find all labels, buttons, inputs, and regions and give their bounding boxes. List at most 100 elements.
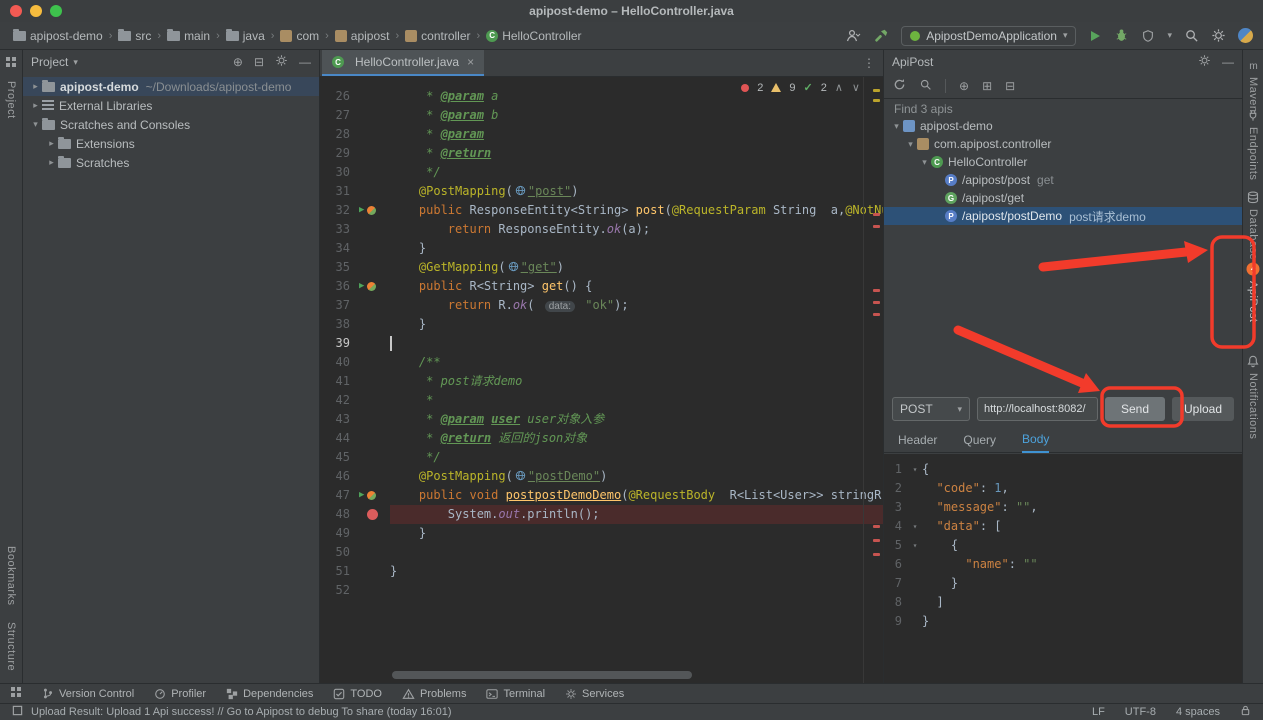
line-number[interactable]: 31 (320, 182, 356, 201)
chevron-down-icon[interactable]: ▾ (904, 139, 917, 150)
chevron-right-icon[interactable]: ▸ (29, 100, 42, 111)
project-view-title[interactable]: Project (31, 55, 68, 69)
toolwindow-button-version-control[interactable]: Version Control (42, 687, 134, 700)
code-line-48[interactable]: 48 System.out.println(); (320, 505, 883, 524)
warning-stripe-mark[interactable] (873, 99, 880, 102)
stripe-button-notifications[interactable]: Notifications (1243, 354, 1263, 439)
project-tree-item-apipost-demo[interactable]: ▸apipost-demo~/Downloads/apipost-demo (23, 77, 319, 96)
hide-panel-icon[interactable]: — (1222, 55, 1234, 69)
indent-indicator[interactable]: 4 spaces (1176, 706, 1220, 718)
body-line-3[interactable]: 3 "message": "", (884, 498, 1242, 517)
project-tree-item-Scratches[interactable]: ▸Scratches (23, 153, 319, 172)
code-editor[interactable]: 26 * @param a27 * @param b28 * @param 29… (320, 77, 883, 683)
body-line-2[interactable]: 2 "code": 1, (884, 479, 1242, 498)
stripe-button-maven[interactable]: mMaven (1243, 58, 1263, 113)
fold-icon[interactable]: ▾ (908, 536, 922, 555)
api-tree-item-apipost-demo[interactable]: ▾apipost-demo (884, 117, 1242, 135)
toolwindow-grid-icon[interactable] (10, 686, 22, 701)
line-number[interactable]: 34 (320, 239, 356, 258)
search-icon[interactable] (919, 78, 932, 94)
code-line-30[interactable]: 30 */ (320, 163, 883, 182)
code-line-50[interactable]: 50 (320, 543, 883, 562)
line-number[interactable]: 38 (320, 315, 356, 334)
breadcrumb-item-java[interactable]: java (223, 28, 268, 44)
stripe-button-structure[interactable]: Structure (5, 622, 17, 671)
status-message[interactable]: Upload Result: Upload 1 Api success! // … (31, 706, 452, 718)
line-number[interactable]: 36 (320, 277, 356, 296)
run-method-icon[interactable]: ▶ (359, 491, 364, 500)
code-line-38[interactable]: 38 } (320, 315, 883, 334)
error-stripe-mark[interactable] (873, 525, 880, 528)
breadcrumb-item-HelloController[interactable]: CHelloController (483, 28, 584, 44)
api-tree-item-HelloController[interactable]: ▾CHelloController (884, 153, 1242, 171)
toolwindow-button-profiler[interactable]: Profiler (154, 688, 206, 700)
encoding-indicator[interactable]: UTF-8 (1125, 706, 1156, 718)
chevron-down-icon[interactable]: ▾ (890, 121, 903, 132)
search-everywhere-button[interactable] (1184, 28, 1199, 43)
breadcrumb-item-src[interactable]: src (115, 28, 154, 44)
code-line-49[interactable]: 49 } (320, 524, 883, 543)
line-number[interactable]: 29 (320, 144, 356, 163)
body-line-4[interactable]: 4▾ "data": [ (884, 517, 1242, 536)
chevron-down-icon[interactable]: ▾ (29, 119, 42, 130)
code-line-47[interactable]: 47▶ public void postpostDemoDemo(@Reques… (320, 486, 883, 505)
chevron-right-icon[interactable]: ▸ (45, 138, 58, 149)
breadcrumb-item-com[interactable]: com (277, 28, 322, 44)
chevron-right-icon[interactable]: ▸ (29, 81, 42, 92)
project-tree-item-Extensions[interactable]: ▸Extensions (23, 134, 319, 153)
panel-settings-gear-icon[interactable] (275, 54, 288, 70)
line-number[interactable]: 37 (320, 296, 356, 315)
api-tree-item-/apipost/postDemo[interactable]: P/apipost/postDemopost请求demo (884, 207, 1242, 225)
fold-icon[interactable]: ▾ (908, 460, 922, 479)
inspections-widget[interactable]: 2 9 ✓2 ∧ ∨ (741, 81, 863, 94)
line-number[interactable]: 50 (320, 543, 356, 562)
chevron-down-icon[interactable]: ▾ (918, 157, 931, 168)
settings-gear-icon[interactable] (1211, 28, 1226, 43)
code-line-39[interactable]: 39 (320, 334, 883, 353)
code-line-41[interactable]: 41 * post请求demo (320, 372, 883, 391)
body-line-9[interactable]: 9} (884, 612, 1242, 631)
refresh-icon[interactable] (893, 78, 906, 94)
profile-avatar[interactable] (1238, 28, 1253, 43)
breadcrumb-item-main[interactable]: main (164, 28, 213, 44)
warning-stripe-mark[interactable] (873, 89, 880, 92)
send-button[interactable]: Send (1105, 397, 1165, 421)
close-tab-icon[interactable]: × (467, 55, 474, 69)
api-tree-item-/apipost/post[interactable]: P/apipost/postget (884, 171, 1242, 189)
body-line-6[interactable]: 6 "name": "" (884, 555, 1242, 574)
run-method-icon[interactable]: ▶ (359, 282, 364, 291)
apipost-send-icon[interactable] (367, 282, 376, 291)
tab-options-icon[interactable]: ⋮ (863, 50, 883, 76)
breadcrumb-item-apipost-demo[interactable]: apipost-demo (10, 28, 106, 44)
code-line-27[interactable]: 27 * @param b (320, 106, 883, 125)
code-line-51[interactable]: 51} (320, 562, 883, 581)
body-editor[interactable]: 1▾{2 "code": 1,3 "message": "",4▾ "data"… (884, 454, 1242, 683)
code-line-34[interactable]: 34 } (320, 239, 883, 258)
more-run-actions-chevron-icon[interactable]: ▾ (1167, 30, 1172, 41)
stripe-button-bookmarks[interactable]: Bookmarks (5, 546, 17, 606)
collapse-all-icon[interactable]: ⊟ (254, 55, 264, 69)
globe-icon[interactable] (508, 261, 519, 272)
code-line-31[interactable]: 31 @PostMapping("post") (320, 182, 883, 201)
stripe-button-database[interactable]: Database (1243, 190, 1263, 260)
error-stripe-mark[interactable] (873, 301, 880, 304)
breakpoint-icon[interactable] (367, 509, 378, 520)
stripe-button-endpoints[interactable]: Endpoints (1243, 108, 1263, 180)
apipost-send-icon[interactable] (367, 491, 376, 500)
minimize-window-button[interactable] (30, 5, 42, 17)
toolwindow-button-dependencies[interactable]: Dependencies (226, 688, 313, 700)
breadcrumb-item-apipost[interactable]: apipost (332, 28, 393, 44)
globe-icon[interactable] (515, 470, 526, 481)
debug-button[interactable] (1114, 28, 1129, 43)
code-line-52[interactable]: 52 (320, 581, 883, 600)
line-separator-indicator[interactable]: LF (1092, 706, 1105, 718)
toolwindow-switcher-icon[interactable] (5, 56, 17, 71)
code-line-43[interactable]: 43 * @param user user对象入参 (320, 410, 883, 429)
locate-file-icon[interactable]: ⊕ (233, 55, 243, 69)
locate-icon[interactable]: ⊕ (959, 79, 969, 93)
code-line-32[interactable]: 32▶ public ResponseEntity<String> post(@… (320, 201, 883, 220)
expand-all-icon[interactable]: ⊞ (982, 79, 992, 93)
api-tree-item-com.apipost.controller[interactable]: ▾com.apipost.controller (884, 135, 1242, 153)
error-stripe-mark[interactable] (873, 213, 880, 216)
code-line-35[interactable]: 35 @GetMapping("get") (320, 258, 883, 277)
